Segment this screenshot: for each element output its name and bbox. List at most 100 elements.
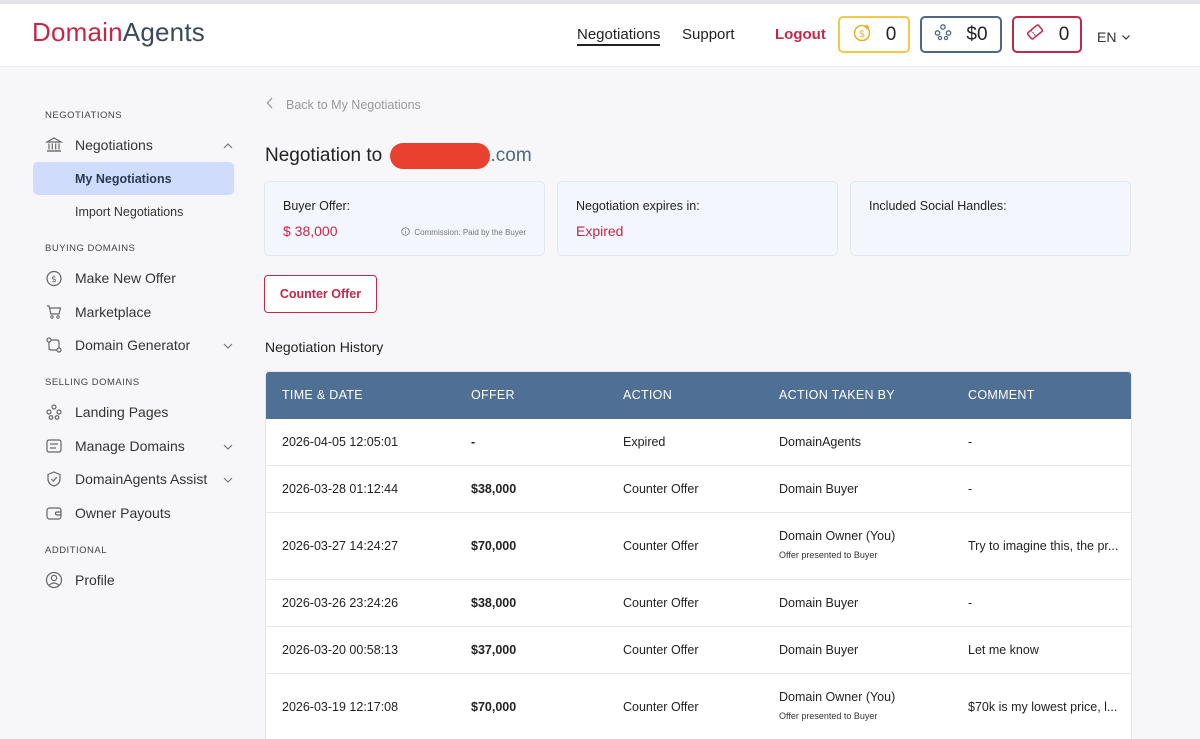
cell-comment: -: [968, 596, 973, 610]
coin-icon: $: [852, 22, 872, 48]
balance-pill[interactable]: $0: [920, 16, 1002, 53]
cell-time: 2026-03-20 00:58:13: [282, 643, 399, 657]
nav-negotiations[interactable]: Negotiations: [577, 26, 661, 46]
cell-action: Counter Offer: [623, 596, 699, 610]
sidebar-item-label: Manage Domains: [75, 438, 185, 454]
cell-time: 2026-04-05 12:05:01: [282, 435, 399, 449]
dollar-coin-icon: $: [45, 269, 63, 287]
info-icon: [401, 227, 411, 238]
language-label: EN: [1097, 29, 1117, 45]
sidebar-item-make-new-offer[interactable]: $ Make New Offer: [45, 266, 240, 290]
table-row: 2026-03-27 14:24:27 $70,000 Counter Offe…: [266, 513, 1131, 580]
ticket-icon: [1025, 22, 1045, 48]
cell-action: Counter Offer: [623, 539, 699, 553]
chevron-down-icon: [222, 339, 234, 355]
user-circle-icon: [45, 571, 63, 589]
table-row: 2026-03-20 00:58:13 $37,000 Counter Offe…: [266, 627, 1131, 674]
sidebar-item-import-negotiations[interactable]: Import Negotiations: [75, 205, 183, 219]
sidebar-item-domainagents-assist[interactable]: DomainAgents Assist: [45, 467, 240, 491]
redaction-mark: [389, 143, 490, 169]
cell-action-by: DomainAgents: [779, 435, 861, 449]
table-row: 2026-04-05 12:05:01 - Expired DomainAgen…: [266, 419, 1131, 466]
cell-comment: -: [968, 482, 973, 496]
section-buying-domains: BUYING DOMAINS: [45, 243, 136, 254]
git-compare-icon: [45, 336, 63, 354]
history-title: Negotiation History: [265, 339, 384, 355]
cell-action-by-note: Offer presented to Buyer: [779, 711, 878, 721]
coins-pill[interactable]: $ 0: [838, 16, 910, 53]
cell-comment[interactable]: Try to imagine this, the pr...: [968, 539, 1118, 553]
logo[interactable]: DomainAgents: [32, 17, 205, 48]
sidebar-item-profile[interactable]: Profile: [45, 568, 240, 592]
title-prefix: Negotiation to: [265, 145, 383, 167]
cell-offer: $70,000: [471, 539, 517, 553]
sidebar-item-label: Domain Generator: [75, 337, 191, 353]
sidebar-item-label: DomainAgents Assist: [75, 471, 208, 487]
cell-action-by: Domain Owner (You): [779, 690, 896, 704]
sidebar-item-marketplace[interactable]: Marketplace: [45, 300, 240, 324]
cell-time: 2026-03-27 14:24:27: [282, 539, 399, 553]
cell-comment[interactable]: $70k is my lowest price, l...: [968, 700, 1117, 714]
cell-action-by-note: Offer presented to Buyer: [779, 550, 878, 560]
cell-action-by: Domain Buyer: [779, 596, 859, 610]
coins-count: 0: [885, 23, 897, 45]
tickets-count: 0: [1058, 23, 1070, 45]
back-link[interactable]: Back to My Negotiations: [266, 97, 421, 112]
tickets-pill[interactable]: 0: [1012, 16, 1082, 53]
list-box-icon: [45, 437, 63, 455]
cell-action-by: Domain Buyer: [779, 482, 859, 496]
chevron-down-icon: [1121, 29, 1131, 45]
header-action: ACTION: [623, 388, 673, 402]
language-selector[interactable]: EN: [1097, 29, 1131, 45]
svg-text:$: $: [51, 275, 57, 285]
nav-support[interactable]: Support: [682, 26, 735, 43]
cell-offer: $70,000: [471, 700, 517, 714]
sidebar-item-label: Negotiations: [75, 137, 153, 153]
sidebar-item-landing-pages[interactable]: Landing Pages: [45, 400, 240, 424]
table-row: 2026-03-19 12:17:08 $70,000 Counter Offe…: [266, 674, 1131, 739]
chevron-down-icon: [222, 473, 234, 489]
back-link-label: Back to My Negotiations: [286, 97, 421, 112]
shield-check-icon: [45, 470, 63, 488]
sidebar-item-owner-payouts[interactable]: Owner Payouts: [45, 501, 240, 525]
social-handles-card: Included Social Handles:: [850, 181, 1131, 256]
sidebar-item-label: Profile: [75, 572, 115, 588]
logout-link[interactable]: Logout: [775, 26, 826, 43]
table-row: 2026-03-26 23:24:26 $38,000 Counter Offe…: [266, 580, 1131, 627]
sidebar-item-label: Marketplace: [75, 304, 152, 320]
logo-agents-text: Agents: [122, 17, 205, 47]
chevron-up-icon: [222, 139, 234, 155]
sidebar-item-label: Landing Pages: [75, 404, 169, 420]
cell-comment: Let me know: [968, 643, 1039, 657]
title-domain-suffix: .com: [490, 145, 532, 167]
sidebar-item-my-negotiations[interactable]: My Negotiations: [33, 162, 234, 195]
cell-offer: -: [471, 435, 476, 449]
top-bar: DomainAgents Negotiations Support Logout…: [0, 0, 1200, 67]
sidebar-item-domain-generator[interactable]: Domain Generator: [45, 333, 240, 357]
cell-action: Counter Offer: [623, 643, 699, 657]
balance-value: $0: [966, 23, 988, 45]
buyer-offer-card: Buyer Offer: $ 38,000 Commission: Paid b…: [264, 181, 545, 256]
chevron-left-icon: [266, 97, 274, 112]
commission-note: Commission: Paid by the Buyer: [401, 227, 526, 238]
cell-offer: $38,000: [471, 596, 517, 610]
cell-comment: -: [968, 435, 973, 449]
commission-note-text: Commission: Paid by the Buyer: [414, 228, 526, 237]
wallet-icon: [45, 504, 63, 522]
sidebar-item-negotiations[interactable]: Negotiations: [45, 133, 240, 157]
cell-action: Expired: [623, 435, 666, 449]
header-time-date: TIME & DATE: [282, 388, 363, 402]
table-row: 2026-03-28 01:12:44 $38,000 Counter Offe…: [266, 466, 1131, 513]
page-title: Negotiation to .com: [265, 143, 532, 169]
cell-time: 2026-03-28 01:12:44: [282, 482, 399, 496]
buyer-offer-label: Buyer Offer:: [283, 199, 351, 213]
cell-action-by: Domain Owner (You): [779, 529, 896, 543]
counter-offer-button[interactable]: Counter Offer: [264, 275, 377, 313]
buyer-offer-value: $ 38,000: [283, 223, 338, 239]
cell-time: 2026-03-19 12:17:08: [282, 700, 399, 714]
chevron-down-icon: [222, 440, 234, 456]
sidebar-item-manage-domains[interactable]: Manage Domains: [45, 434, 240, 458]
sidebar: NEGOTIATIONS Negotiations My Negotiation…: [0, 67, 250, 739]
nodes-icon: [45, 403, 63, 421]
sidebar-item-label: Owner Payouts: [75, 505, 171, 521]
